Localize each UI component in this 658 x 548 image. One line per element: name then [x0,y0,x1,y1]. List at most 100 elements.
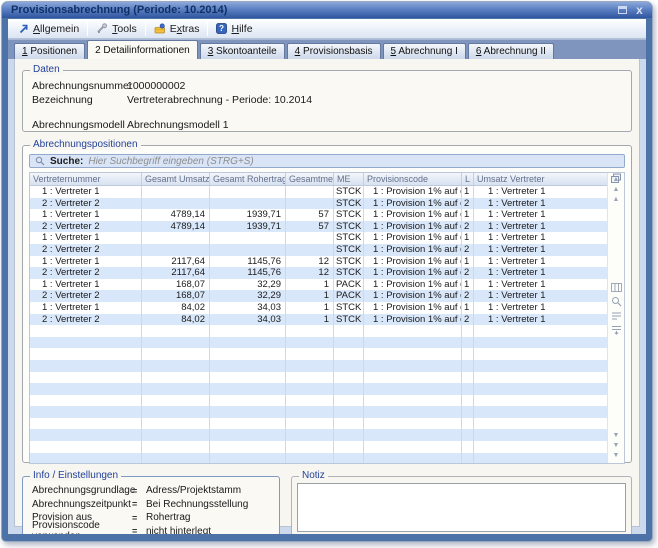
table-row[interactable]: 1 : Vertreter 184,0234,031STCK1 : Provis… [30,302,607,314]
cell-gesamt_rohertrag [210,429,286,441]
column-header-gesamt_umsatz[interactable]: Gesamt Umsatz EUR [142,173,210,185]
column-header-gesamtmenge[interactable]: Gesamtmenge [286,173,334,185]
table-row-empty[interactable] [30,348,607,360]
group-abrechnungspositionen-label: Abrechnungspositionen [30,139,141,150]
page-down-icon[interactable]: ▼ [609,431,624,440]
scroll-down-icon[interactable]: ▼ [609,441,624,450]
tab-provisionsbasis[interactable]: 4 Provisionsbasis [287,43,381,59]
cell-l [462,360,474,372]
column-chooser-icon[interactable] [611,283,622,292]
table-row-empty[interactable] [30,360,607,372]
cell-provisionscode [364,453,462,464]
scroll-to-top-icon[interactable]: ▲ [609,175,624,184]
cell-vertreternummer: 1 : Vertreter 1 [30,209,142,221]
toolbar-button-hilfe[interactable]: ? Hilfe [210,22,258,36]
cell-provisionscode: 1 : Provision 1% auf den v [364,198,462,210]
column-header-umsatz_vertreter[interactable]: Umsatz Vertreter [474,173,614,185]
cell-gesamtmenge [286,453,334,464]
notiz-textarea[interactable] [297,483,626,532]
export-list-icon[interactable] [611,311,622,321]
cell-gesamt_umsatz: 2117,64 [142,256,210,268]
cell-gesamt_rohertrag [210,244,286,256]
table-row-empty[interactable] [30,395,607,407]
cell-gesamt_rohertrag: 1145,76 [210,267,286,279]
field-label: Abrechnungsmodell [32,119,127,131]
table-row[interactable]: 2 : Vertreter 22117,641145,7612STCK1 : P… [30,267,607,279]
toolbar: Allgemein Tools Extras ? Hi [8,19,646,39]
search-input[interactable] [88,155,619,167]
toolbar-button-allgemein[interactable]: Allgemein [12,22,85,36]
cell-gesamt_umsatz [142,372,210,384]
table-row-empty[interactable] [30,372,607,384]
cell-vertreternummer [30,337,142,349]
column-header-me[interactable]: ME [334,173,364,185]
scroll-up-icon[interactable]: ▲ [609,185,624,194]
toolbar-button-tools[interactable]: Tools [90,22,143,36]
table-row-empty[interactable] [30,441,607,453]
cell-vertreternummer: 1 : Vertreter 1 [30,232,142,244]
cell-gesamtmenge [286,372,334,384]
cell-provisionscode: 1 : Provision 1% auf den v [364,302,462,314]
table-row[interactable]: 1 : Vertreter 12117,641145,7612STCK1 : P… [30,256,607,268]
toolbar-button-extras[interactable]: Extras [148,22,206,36]
table-row-empty[interactable] [30,325,607,337]
help-icon: ? [216,23,227,34]
search-bar[interactable]: Suche: [29,154,625,168]
tab-detailinformationen[interactable]: 2 Detailinformationen [87,40,198,59]
cell-me: STCK [334,209,364,221]
cell-vertreternummer [30,360,142,372]
cell-me [334,441,364,453]
restore-button[interactable] [616,4,629,16]
cell-l [462,418,474,430]
table-row-empty[interactable] [30,337,607,349]
restore-icon [618,6,627,14]
tab-positionen[interactable]: 1 Positionen [14,43,85,59]
cell-gesamt_rohertrag: 34,03 [210,302,286,314]
cell-gesamtmenge [286,418,334,430]
close-button[interactable]: x [633,4,646,16]
table-row[interactable]: 1 : Vertreter 1STCK1 : Provision 1% auf … [30,232,607,244]
cell-gesamt_rohertrag [210,186,286,198]
cell-gesamtmenge: 1 [286,302,334,314]
table-row[interactable]: 1 : Vertreter 1168,0732,291PACK1 : Provi… [30,279,607,291]
table-row[interactable]: 2 : Vertreter 2168,0732,291PACK1 : Provi… [30,290,607,302]
cell-gesamtmenge: 1 [286,314,334,326]
scroll-to-bottom-icon[interactable]: ▼ [609,451,624,460]
column-header-provisionscode[interactable]: Provisionscode [364,173,462,185]
cell-vertreternummer [30,395,142,407]
import-list-icon[interactable] [611,325,622,335]
cell-me [334,406,364,418]
table-row[interactable]: 2 : Vertreter 24789,141939,7157STCK1 : P… [30,221,607,233]
cell-me [334,453,364,464]
tab-abrechnung-1[interactable]: 5 Abrechnung I [383,43,466,59]
cell-provisionscode [364,360,462,372]
table-row-empty[interactable] [30,406,607,418]
tab-skontoanteile[interactable]: 3 Skontoanteile [200,43,285,59]
table-row[interactable]: 2 : Vertreter 2STCK1 : Provision 1% auf … [30,244,607,256]
cell-gesamt_umsatz [142,348,210,360]
column-header-gesamt_rohertrag[interactable]: Gesamt Rohertrag EUR [210,173,286,185]
cell-umsatz_vertreter: 1 : Vertreter 1 [474,186,614,198]
grid-search-icon[interactable] [611,296,622,307]
tab-abrechnung-2[interactable]: 6 Abrechnung II [468,43,554,59]
table-row-empty[interactable] [30,429,607,441]
column-header-l[interactable]: L [462,173,474,185]
table-row[interactable]: 1 : Vertreter 14789,141939,7157STCK1 : P… [30,209,607,221]
table-row[interactable]: 1 : Vertreter 1STCK1 : Provision 1% auf … [30,186,607,198]
cell-umsatz_vertreter: 1 : Vertreter 1 [474,314,614,326]
table-row-empty[interactable] [30,418,607,430]
field-bezeichnung: Bezeichnung Vertreterabrechnung - Period… [32,93,631,107]
cell-me: STCK [334,302,364,314]
table-row-empty[interactable] [30,383,607,395]
window-body: Allgemein Tools Extras ? Hi [8,19,646,534]
page-up-icon[interactable]: ▲ [609,195,624,204]
column-header-vertreternummer[interactable]: Vertreternummer [30,173,142,185]
table-row[interactable]: 2 : Vertreter 284,0234,031STCK1 : Provis… [30,314,607,326]
cell-gesamt_rohertrag [210,453,286,464]
tools-icon [96,23,108,34]
cell-gesamtmenge [286,232,334,244]
table-row[interactable]: 2 : Vertreter 2STCK1 : Provision 1% auf … [30,198,607,210]
cell-umsatz_vertreter: 1 : Vertreter 1 [474,279,614,291]
table-row-empty[interactable] [30,453,607,464]
cell-gesamt_rohertrag [210,441,286,453]
